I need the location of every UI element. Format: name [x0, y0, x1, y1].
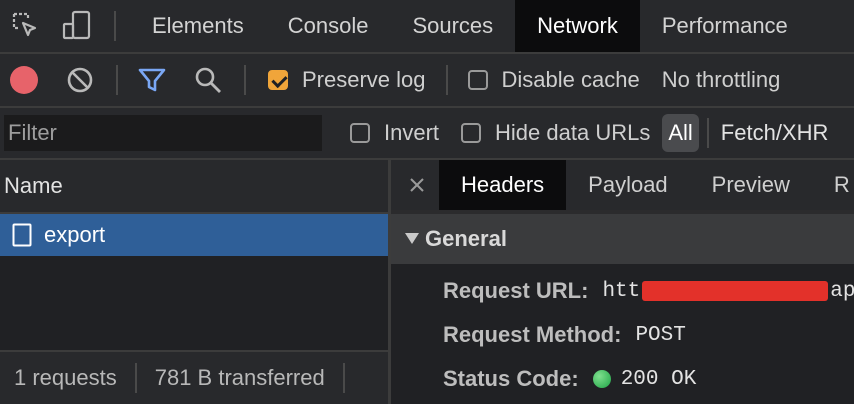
status-divider — [342, 363, 345, 393]
request-method-label: Request Method: — [443, 322, 622, 347]
tab-payload[interactable]: Payload — [566, 160, 690, 210]
tab-response[interactable]: R — [812, 160, 850, 210]
toolbar-divider — [706, 118, 709, 148]
search-icon[interactable] — [194, 66, 222, 94]
request-name: export — [44, 222, 106, 247]
filter-funnel-icon[interactable] — [138, 66, 166, 94]
status-code-value[interactable]: 200 OK — [621, 368, 697, 391]
invert-checkbox[interactable] — [350, 123, 370, 143]
toolbar-divider — [445, 65, 448, 95]
request-list-pane: Name export 1 requests 781 B transferred — [0, 160, 388, 404]
status-ok-icon — [592, 370, 611, 388]
disable-cache-label[interactable]: Disable cache — [502, 67, 640, 93]
redaction-mark — [642, 281, 829, 301]
status-divider — [134, 363, 137, 393]
tab-sources[interactable]: Sources — [390, 0, 515, 52]
tab-headers[interactable]: Headers — [439, 160, 567, 210]
request-method-value[interactable]: POST — [635, 324, 685, 347]
toolbar-divider — [244, 65, 246, 95]
invert-label[interactable]: Invert — [384, 120, 439, 146]
hide-data-urls-label[interactable]: Hide data URLs — [495, 120, 650, 146]
throttling-select[interactable]: No throttling — [662, 67, 781, 93]
devtools-tab-bar: Elements Console Sources Network Perform… — [0, 0, 854, 52]
name-column-label: Name — [4, 173, 63, 198]
disable-cache-checkbox[interactable] — [467, 70, 488, 90]
tab-console[interactable]: Console — [266, 0, 391, 52]
record-button[interactable] — [10, 66, 38, 94]
triangle-down-icon — [405, 233, 419, 245]
details-tab-bar: Headers Payload Preview R — [391, 160, 854, 210]
tab-preview[interactable]: Preview — [690, 160, 812, 210]
general-section-header[interactable]: General — [391, 214, 854, 264]
name-column-header[interactable]: Name — [0, 160, 388, 212]
clear-icon[interactable] — [66, 66, 94, 94]
network-status-bar: 1 requests 781 B transferred — [0, 350, 388, 404]
preserve-log-checkbox[interactable] — [268, 70, 288, 90]
device-toolbar-icon[interactable] — [52, 0, 102, 52]
request-url-value[interactable]: htt — [602, 280, 640, 303]
preserve-log-label[interactable]: Preserve log — [302, 67, 426, 93]
request-url-row: Request URL: htt ap — [443, 278, 854, 304]
filter-input[interactable] — [4, 115, 322, 151]
tab-elements[interactable]: Elements — [130, 0, 266, 52]
request-url-value-end[interactable]: ap — [830, 280, 854, 303]
toolbar-divider — [116, 65, 118, 95]
hide-data-urls-checkbox[interactable] — [461, 123, 482, 143]
general-section-title: General — [425, 226, 507, 251]
tab-performance[interactable]: Performance — [640, 0, 810, 52]
status-code-row: Status Code: 200 OK — [443, 366, 696, 392]
request-details-pane: Headers Payload Preview R General Reques… — [391, 160, 854, 404]
inspect-element-icon[interactable] — [0, 0, 52, 52]
filter-bar: Invert Hide data URLs All Fetch/XHR — [0, 108, 854, 158]
request-url-label: Request URL: — [443, 278, 589, 303]
toolbar-divider — [114, 11, 116, 41]
request-method-row: Request Method: POST — [443, 322, 686, 348]
filter-type-fetch-xhr[interactable]: Fetch/XHR — [721, 120, 829, 146]
filter-type-all[interactable]: All — [662, 114, 699, 152]
status-code-label: Status Code: — [443, 366, 579, 391]
request-count: 1 requests — [14, 365, 117, 390]
request-row[interactable]: export — [0, 214, 388, 256]
transferred-size: 781 B transferred — [154, 365, 325, 390]
document-icon — [12, 223, 32, 247]
close-icon[interactable] — [409, 177, 425, 193]
network-toolbar: Preserve log Disable cache No throttling — [0, 54, 854, 106]
tab-network[interactable]: Network — [515, 0, 640, 52]
